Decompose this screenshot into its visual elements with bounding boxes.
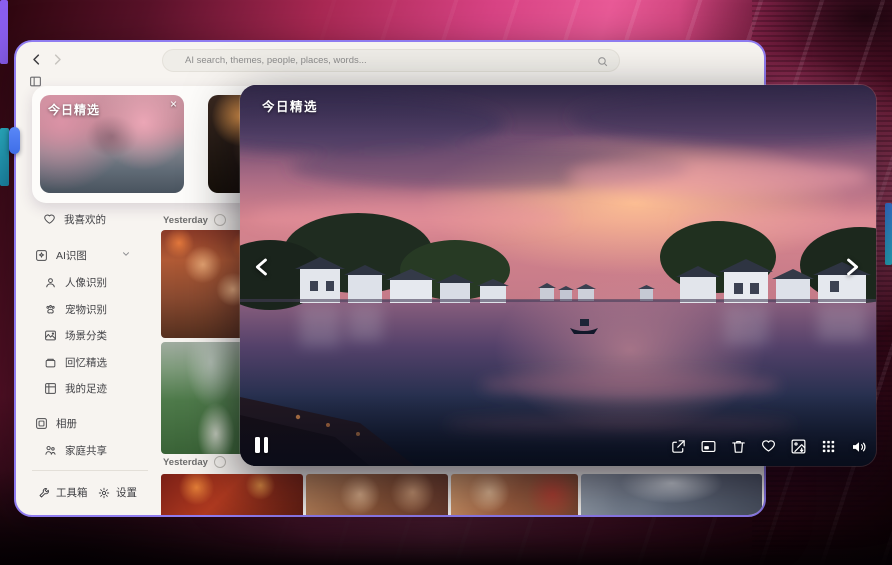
previous-photo-button[interactable] (248, 253, 276, 281)
settings-button[interactable]: 设置 (98, 485, 137, 500)
purple-edge-strip (0, 0, 8, 64)
viewer-bottom-shade (240, 394, 876, 466)
teal-edge-strip-left (0, 128, 9, 186)
mini-window-icon[interactable] (700, 438, 717, 455)
sidebar-item-ai-recognition[interactable]: AI识图 (35, 245, 131, 265)
photo-thumbnail-lantern-festival[interactable] (161, 474, 303, 517)
sidebar-item-label: 相册 (56, 416, 77, 431)
forward-button[interactable] (50, 52, 66, 68)
viewer-top-shade (240, 85, 876, 137)
share-icon[interactable] (670, 438, 687, 455)
settings-label: 设置 (116, 485, 137, 500)
volume-icon[interactable] (850, 438, 867, 455)
family-share-icon (44, 444, 57, 457)
viewer-title: 今日精选 (262, 96, 318, 115)
back-button[interactable] (29, 52, 45, 68)
sidebar-item-label: 家庭共享 (65, 443, 107, 458)
save-image-icon[interactable] (790, 438, 807, 455)
footprints-icon (44, 382, 57, 395)
search-input[interactable] (163, 55, 619, 66)
sidebar-item-label: 回忆精选 (65, 355, 107, 370)
sidebar-item-memories[interactable]: 回忆精选 (44, 352, 107, 372)
sidebar-item-portrait-recognition[interactable]: 人像识别 (44, 272, 107, 292)
chevron-down-icon[interactable] (121, 249, 131, 262)
viewer-toolbar (670, 438, 867, 455)
toolbox-label: 工具箱 (56, 485, 88, 500)
sidebar-item-label: AI识图 (56, 248, 87, 263)
desktop: 今日精选 × 我喜欢的 AI识图 人像识别 宠物识别 场景分 (0, 0, 892, 565)
pause-button[interactable] (255, 437, 270, 453)
ai-recognition-icon (35, 249, 48, 262)
group-header-yesterday-1: Yesterday (163, 214, 226, 226)
sidebar-item-label: 我的足迹 (65, 381, 107, 396)
toolbox-icon (38, 487, 50, 499)
teal-edge-strip-right (885, 203, 892, 265)
featured-card-label: 今日精选 (48, 101, 100, 118)
sidebar-item-favorites[interactable]: 我喜欢的 (43, 209, 106, 229)
featured-card-today[interactable]: 今日精选 × (40, 95, 184, 193)
toolbox-button[interactable]: 工具箱 (38, 485, 88, 500)
portrait-recognition-icon (44, 276, 57, 289)
photo-thumbnail-family-gathering[interactable] (306, 474, 448, 517)
photo-strip (161, 474, 762, 517)
sidebar-item-label: 我喜欢的 (64, 212, 106, 227)
search-icon[interactable] (596, 55, 609, 73)
delete-icon[interactable] (730, 438, 747, 455)
sidebar-item-footprints[interactable]: 我的足迹 (44, 378, 107, 398)
search-bar[interactable] (162, 49, 620, 72)
sidebar-item-albums[interactable]: 相册 (35, 413, 77, 433)
sidebar-item-label: 宠物识别 (65, 302, 107, 317)
grid-view-icon[interactable] (820, 438, 837, 455)
sidebar-item-label: 场景分类 (65, 328, 107, 343)
sidebar-item-family-share[interactable]: 家庭共享 (44, 440, 107, 460)
group-header-yesterday-2: Yesterday (163, 456, 226, 468)
memories-icon (44, 356, 57, 369)
edge-scroll-handle[interactable] (9, 127, 20, 154)
sidebar-divider (32, 470, 148, 471)
group-label-text: Yesterday (163, 215, 208, 226)
favorites-icon (43, 213, 56, 226)
select-all-checkbox[interactable] (214, 456, 226, 468)
pet-recognition-icon (44, 303, 57, 316)
close-icon[interactable]: × (170, 97, 177, 111)
albums-icon (35, 417, 48, 430)
favorite-icon[interactable] (760, 438, 777, 455)
scene-category-icon (44, 329, 57, 342)
photo-viewer-window: 今日精选 (240, 85, 876, 466)
sidebar-item-scene-category[interactable]: 场景分类 (44, 325, 107, 345)
group-label-text: Yesterday (163, 457, 208, 468)
photo-thumbnail-friends[interactable] (451, 474, 578, 517)
next-photo-button[interactable] (838, 253, 866, 281)
photo-thumbnail-crowd[interactable] (581, 474, 762, 517)
featured-cards-panel: 今日精选 × (32, 86, 261, 203)
settings-icon (98, 487, 110, 499)
sidebar-item-label: 人像识别 (65, 275, 107, 290)
sidebar-item-pet-recognition[interactable]: 宠物识别 (44, 299, 107, 319)
select-all-checkbox[interactable] (214, 214, 226, 226)
